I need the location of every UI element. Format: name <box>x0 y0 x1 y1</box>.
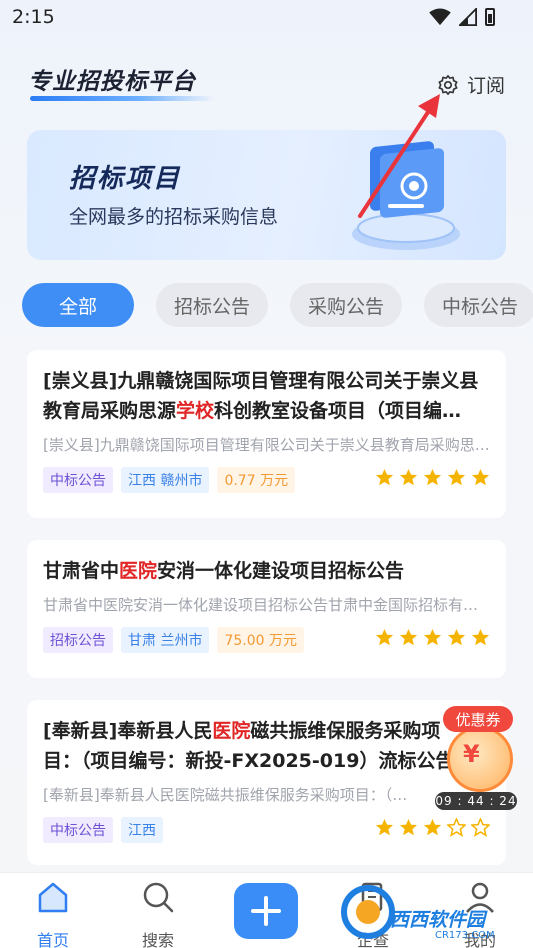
subscribe-button[interactable]: 订阅 <box>437 71 505 98</box>
star-filled-icon <box>399 468 418 486</box>
signal-icon <box>459 8 477 26</box>
watermark-subtext: CR173.COM <box>435 930 495 941</box>
banner-title: 招标项目 <box>69 164 182 194</box>
coupon-countdown: 09 : 44 : 24 <box>435 792 517 810</box>
coupon-float-button[interactable]: ¥ 优惠券 09 : 44 : 24 <box>433 704 519 810</box>
star-filled-icon <box>447 468 466 486</box>
gear-icon <box>438 74 458 95</box>
banner[interactable]: 招标项目 全网最多的招标采购信息 <box>27 130 506 260</box>
star-filled-icon <box>375 468 394 486</box>
star-filled-icon <box>471 628 490 646</box>
star-filled-icon <box>423 468 442 486</box>
status-icons <box>429 8 495 26</box>
amount-tag: 0.77 万元 <box>217 467 296 493</box>
type-tag: 中标公告 <box>43 817 113 843</box>
star-rating <box>375 818 490 837</box>
wifi-icon <box>429 8 451 26</box>
star-filled-icon <box>447 628 466 646</box>
list-item[interactable]: 甘肃省中医院安消一体化建设项目招标公告 甘肃省中医院安消一体化建设项目招标公告甘… <box>27 540 506 678</box>
add-button[interactable] <box>234 883 298 939</box>
plus-icon <box>251 896 281 926</box>
home-icon <box>38 882 68 913</box>
tab-tender-notice[interactable]: 招标公告 <box>156 283 268 327</box>
star-filled-icon <box>423 628 442 646</box>
region-tag: 江西 赣州市 <box>121 467 210 493</box>
subscribe-label: 订阅 <box>466 75 505 97</box>
nav-home[interactable]: 首页 <box>13 879 93 948</box>
region-tag: 甘肃 兰州市 <box>121 627 210 653</box>
amount-tag: 75.00 万元 <box>217 627 304 653</box>
category-tabs: 全部 招标公告 采购公告 中标公告 <box>22 283 533 327</box>
star-filled-icon <box>399 818 418 836</box>
card-title: [崇义县]九鼎赣饶国际项目管理有限公司关于崇义县教育局采购思源学校科创教室设备项… <box>43 370 479 422</box>
nav-company-label: 企查 <box>356 931 389 948</box>
card-description: 甘肃省中医院安消一体化建设项目招标公告甘肃中金国际招标有限公司 <box>43 596 490 614</box>
card-title: [奉新县]奉新县人民医院磁共振维保服务采购项目：（项目编号：新投-FX2025-… <box>43 720 455 772</box>
nav-search-label: 搜索 <box>141 931 174 948</box>
star-empty-icon <box>471 818 490 837</box>
star-filled-icon <box>471 468 490 486</box>
coupon-badge <box>447 726 513 792</box>
tab-procurement-notice[interactable]: 采购公告 <box>290 283 402 327</box>
yuan-icon: ¥ <box>463 740 480 768</box>
bid-document-illustration-icon <box>352 141 460 250</box>
banner-subtitle: 全网最多的招标采购信息 <box>69 206 279 228</box>
list-item[interactable]: [崇义县]九鼎赣饶国际项目管理有限公司关于崇义县教育局采购思源学校科创教室设备项… <box>27 350 506 518</box>
brand-title: 专业招投标平台 <box>28 69 196 95</box>
star-empty-icon <box>447 818 466 837</box>
nav-search[interactable]: 搜索 <box>118 879 198 948</box>
nav-home-label: 首页 <box>36 931 69 948</box>
coupon-label: 优惠券 <box>443 706 513 732</box>
brand-underline <box>30 96 214 101</box>
star-filled-icon <box>399 628 418 646</box>
watermark-text: 西西软件园 <box>390 909 486 931</box>
card-description: [奉新县]奉新县人民医院磁共振维保服务采购项目：（项目编号：新投-FX2025-… <box>43 786 490 804</box>
star-filled-icon <box>375 628 394 646</box>
status-time: 2:15 <box>12 6 55 28</box>
card-description: [崇义县]九鼎赣饶国际项目管理有限公司关于崇义县教育局采购思源学校科创教室设备项… <box>43 436 490 454</box>
type-tag: 中标公告 <box>43 467 113 493</box>
region-tag: 江西 <box>121 817 163 843</box>
status-bar: 2:15 <box>0 0 533 36</box>
star-filled-icon <box>375 818 394 836</box>
star-filled-icon <box>423 818 442 836</box>
card-title: 甘肃省中医院安消一体化建设项目招标公告 <box>43 560 405 582</box>
search-icon <box>143 882 174 913</box>
card-footer: 招标公告 甘肃 兰州市 75.00 万元 <box>43 625 490 655</box>
card-footer: 中标公告 江西 赣州市 0.77 万元 <box>43 465 490 495</box>
battery-icon <box>485 8 495 26</box>
type-tag: 招标公告 <box>43 627 113 653</box>
star-rating <box>375 468 490 487</box>
tab-all[interactable]: 全部 <box>22 283 134 327</box>
company-icon <box>361 882 383 912</box>
tab-award-notice[interactable]: 中标公告 <box>424 283 533 327</box>
star-rating <box>375 628 490 647</box>
card-footer: 中标公告 江西 <box>43 815 490 845</box>
